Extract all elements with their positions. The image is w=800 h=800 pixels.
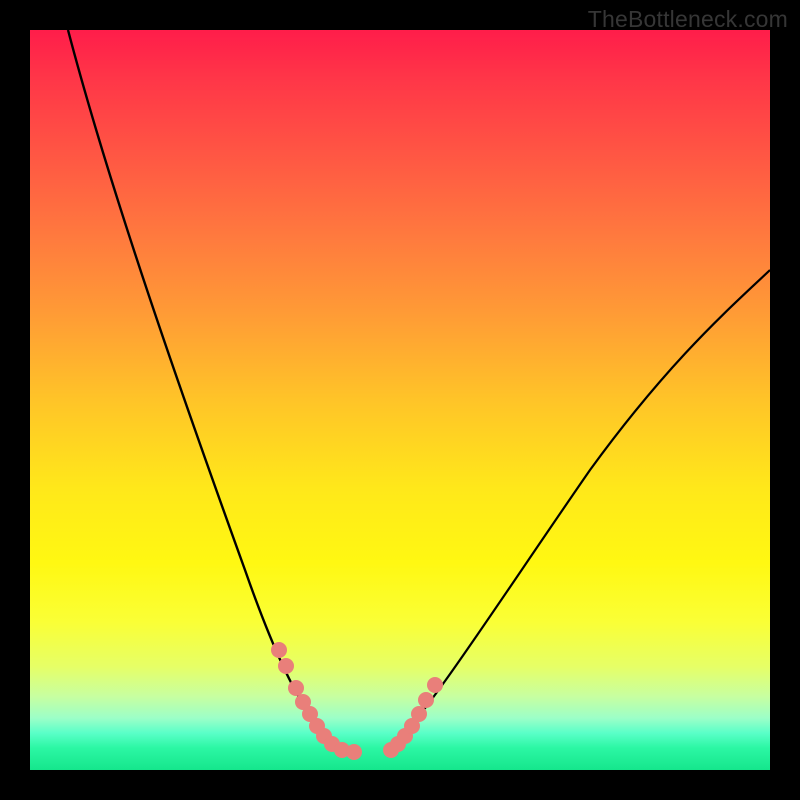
- chart-svg: [30, 30, 770, 770]
- marker-group-right: [383, 677, 443, 758]
- marker-group-left: [271, 642, 362, 760]
- plot-area: [30, 30, 770, 770]
- curve-left: [68, 30, 345, 750]
- chart-frame: TheBottleneck.com: [0, 0, 800, 800]
- watermark-label: TheBottleneck.com: [588, 6, 788, 33]
- curve-right: [390, 270, 770, 750]
